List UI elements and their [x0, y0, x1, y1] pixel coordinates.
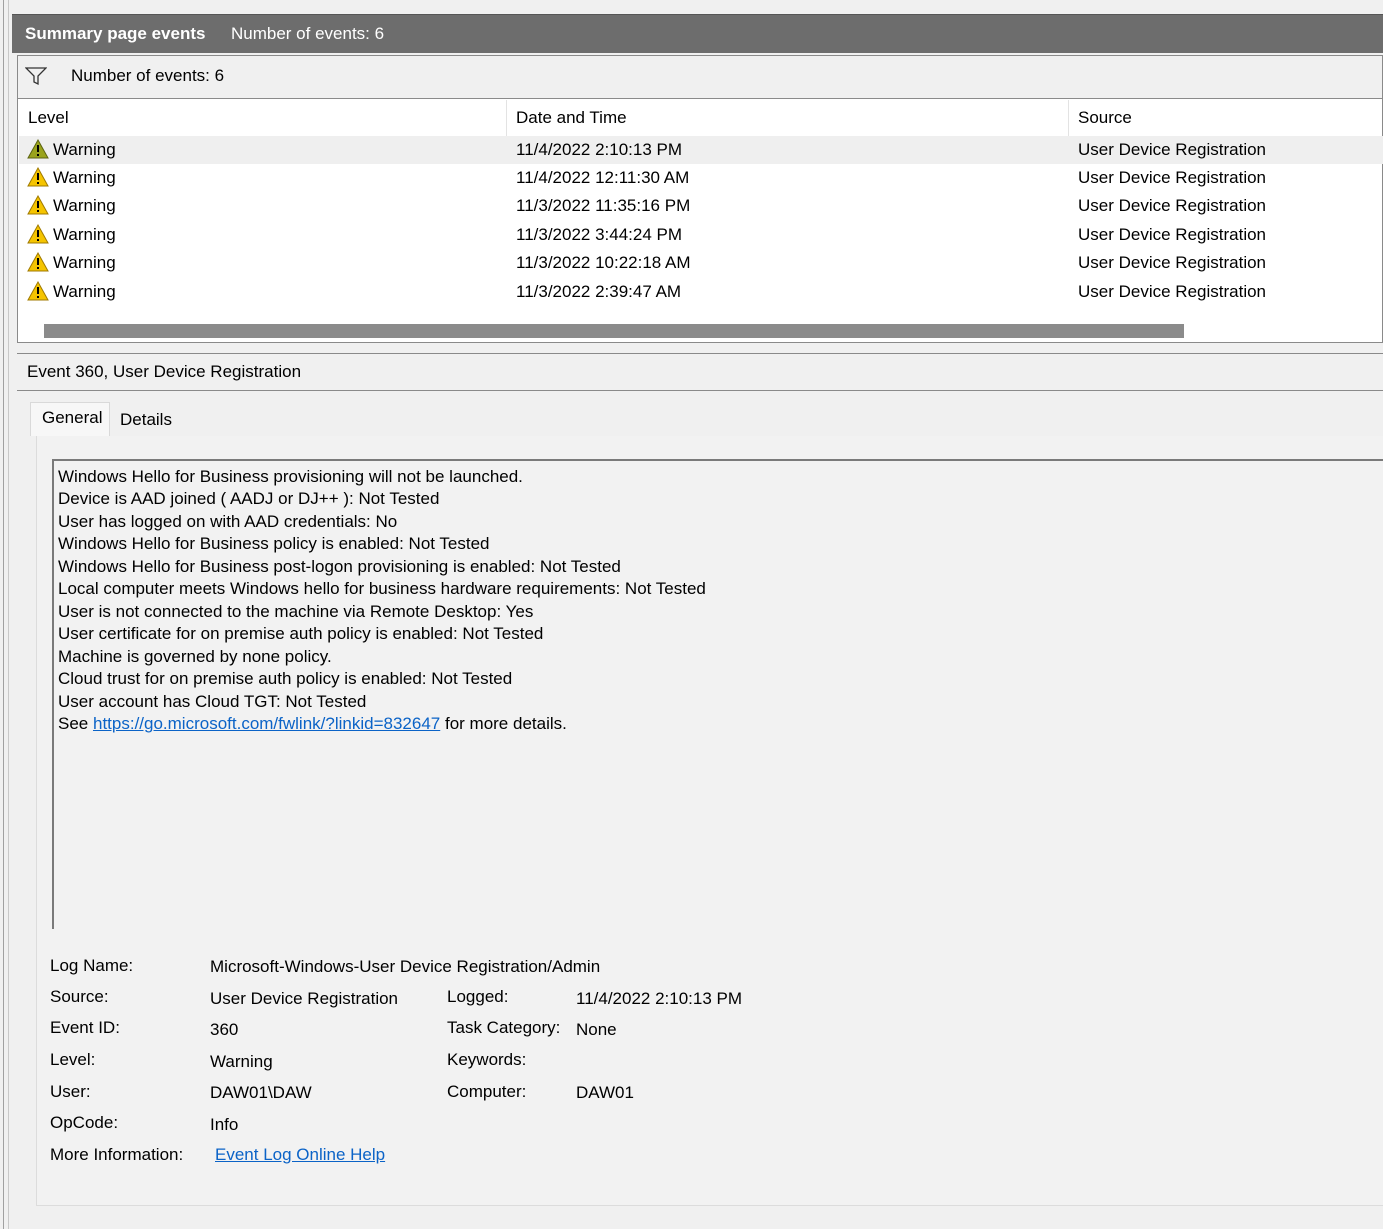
row-datetime: 11/4/2022 12:11:30 AM: [516, 168, 690, 187]
filter-count-label: Number of events: 6: [71, 66, 225, 85]
message-line: User has logged on with AAD credentials:…: [58, 512, 398, 531]
message-line: Cloud trust for on premise auth policy i…: [58, 669, 513, 688]
summary-header: Summary page events Number of events: 6: [12, 14, 1383, 53]
row-level: Warning: [53, 282, 116, 301]
message-line: Device is AAD joined ( AADJ or DJ++ ): N…: [58, 489, 440, 508]
message-line: Windows Hello for Business provisioning …: [58, 467, 523, 486]
source-label: Source:: [50, 987, 109, 1006]
summary-title: Summary page events: [25, 24, 206, 43]
message-line: User certificate for on premise auth pol…: [58, 624, 544, 643]
table-row[interactable]: Warning 11/3/2022 2:39:47 AM User Device…: [19, 278, 1383, 306]
table-row[interactable]: Warning 11/4/2022 2:10:13 PM User Device…: [19, 136, 1383, 164]
window-left-border-inner: [8, 0, 9, 1229]
row-source: User Device Registration: [1078, 225, 1267, 244]
tab-details-label: Details: [120, 410, 172, 429]
table-row[interactable]: Warning 11/3/2022 3:44:24 PM User Device…: [19, 221, 1383, 249]
window-left-border: [3, 0, 4, 1229]
task-category-value: None: [576, 1020, 617, 1039]
opcode-label: OpCode:: [50, 1113, 119, 1132]
opcode-value: Info: [210, 1115, 239, 1134]
column-header-level[interactable]: Level: [28, 108, 69, 128]
log-name-label: Log Name:: [50, 956, 134, 975]
log-name-value: Microsoft-Windows-User Device Registrati…: [210, 957, 601, 976]
event-message-box[interactable]: Windows Hello for Business provisioning …: [52, 459, 1383, 929]
column-divider[interactable]: [506, 100, 507, 136]
level-label: Level:: [50, 1050, 96, 1069]
logged-value: 11/4/2022 2:10:13 PM: [576, 989, 743, 1008]
see-prefix: See: [58, 714, 93, 733]
message-line: Windows Hello for Business post-logon pr…: [58, 557, 621, 576]
row-level: Warning: [53, 168, 116, 187]
event-id-value: 360: [210, 1020, 239, 1039]
row-source: User Device Registration: [1078, 253, 1267, 272]
user-label: User:: [50, 1082, 91, 1101]
computer-label: Computer:: [447, 1082, 527, 1101]
row-level: Warning: [53, 140, 116, 159]
horizontal-scrollbar-thumb[interactable]: [44, 324, 1184, 338]
see-suffix: for more details.: [440, 714, 567, 733]
filter-icon[interactable]: [24, 66, 48, 86]
event-detail-header: Event 360, User Device Registration: [17, 353, 1383, 391]
row-source: User Device Registration: [1078, 196, 1267, 215]
row-source: User Device Registration: [1078, 282, 1267, 301]
tab-general-label: General: [42, 408, 103, 427]
message-line: User account has Cloud TGT: Not Tested: [58, 692, 367, 711]
events-list-panel: Number of events: 6 Level Date and Time …: [17, 55, 1383, 343]
message-line: Machine is governed by none policy.: [58, 647, 332, 666]
column-header-source[interactable]: Source: [1078, 108, 1132, 128]
row-datetime: 11/3/2022 11:35:16 PM: [516, 196, 691, 215]
row-source: User Device Registration: [1078, 140, 1267, 159]
event-id-label: Event ID:: [50, 1018, 120, 1037]
source-value: User Device Registration: [210, 989, 399, 1008]
row-level: Warning: [53, 253, 116, 272]
warning-icon: [27, 194, 49, 215]
column-header-date-time[interactable]: Date and Time: [516, 108, 627, 128]
warning-icon: [27, 223, 49, 244]
message-see-line: See https://go.microsoft.com/fwlink/?lin…: [58, 714, 567, 734]
message-line: User is not connected to the machine via…: [58, 602, 534, 621]
table-row[interactable]: Warning 11/4/2022 12:11:30 AM User Devic…: [19, 164, 1383, 192]
column-divider[interactable]: [1068, 100, 1069, 136]
message-line: Local computer meets Windows hello for b…: [58, 579, 706, 598]
filter-row: Number of events: 6: [18, 56, 1382, 99]
fwlink-link[interactable]: https://go.microsoft.com/fwlink/?linkid=…: [93, 714, 440, 733]
summary-count: Number of events: 6: [231, 24, 385, 43]
row-datetime: 11/3/2022 3:44:24 PM: [516, 225, 683, 244]
tab-details[interactable]: Details: [112, 406, 182, 436]
computer-value: DAW01: [576, 1083, 634, 1102]
task-category-label: Task Category:: [447, 1018, 561, 1037]
row-datetime: 11/3/2022 10:22:18 AM: [516, 253, 691, 272]
level-value: Warning: [210, 1052, 273, 1071]
event-detail-title: Event 360, User Device Registration: [27, 362, 302, 381]
message-line: Windows Hello for Business policy is ena…: [58, 534, 490, 553]
warning-icon: [27, 138, 49, 159]
row-source: User Device Registration: [1078, 168, 1267, 187]
table-row[interactable]: Warning 11/3/2022 10:22:18 AM User Devic…: [19, 249, 1383, 277]
row-level: Warning: [53, 196, 116, 215]
user-value: DAW01\DAW: [210, 1083, 312, 1102]
row-datetime: 11/4/2022 2:10:13 PM: [516, 140, 683, 159]
tab-general[interactable]: General: [30, 402, 110, 436]
logged-label: Logged:: [447, 987, 509, 1006]
row-datetime: 11/3/2022 2:39:47 AM: [516, 282, 682, 301]
warning-icon: [27, 280, 49, 301]
event-log-online-help-link[interactable]: Event Log Online Help: [215, 1145, 385, 1165]
table-row[interactable]: Warning 11/3/2022 11:35:16 PM User Devic…: [19, 192, 1383, 220]
keywords-label: Keywords:: [447, 1050, 527, 1069]
warning-icon: [27, 166, 49, 187]
more-information-label: More Information:: [50, 1145, 184, 1164]
row-level: Warning: [53, 225, 116, 244]
warning-icon: [27, 251, 49, 272]
